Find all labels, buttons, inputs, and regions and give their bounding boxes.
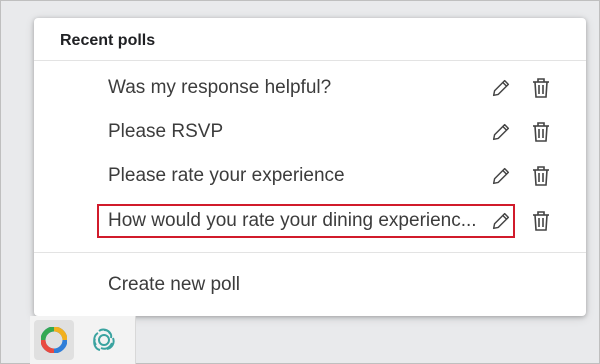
poll-item[interactable]: Please RSVP [34,112,586,152]
trash-icon[interactable] [529,120,553,144]
poll-item[interactable]: Was my response helpful? [34,68,586,108]
poll-label[interactable]: Was my response helpful? [108,77,494,99]
pencil-icon[interactable] [489,76,513,100]
create-new-poll-button[interactable]: Create new poll [108,274,240,296]
poll-label[interactable]: Please rate your experience [108,165,494,187]
trash-icon[interactable] [529,209,553,233]
chatgpt-app-icon[interactable] [90,326,118,354]
menu-header: Recent polls [60,32,156,49]
divider [34,60,586,61]
recent-polls-menu: Recent polls Was my response helpful? Pl… [34,18,586,316]
poll-label[interactable]: Please RSVP [108,121,494,143]
divider [34,252,586,253]
highlight-box [97,204,515,238]
copilot-app-icon[interactable] [34,320,74,360]
trash-icon[interactable] [529,76,553,100]
trash-icon[interactable] [529,164,553,188]
taskbar [30,316,136,364]
pencil-icon[interactable] [489,164,513,188]
pencil-icon[interactable] [489,120,513,144]
poll-item[interactable]: Please rate your experience [34,156,586,196]
